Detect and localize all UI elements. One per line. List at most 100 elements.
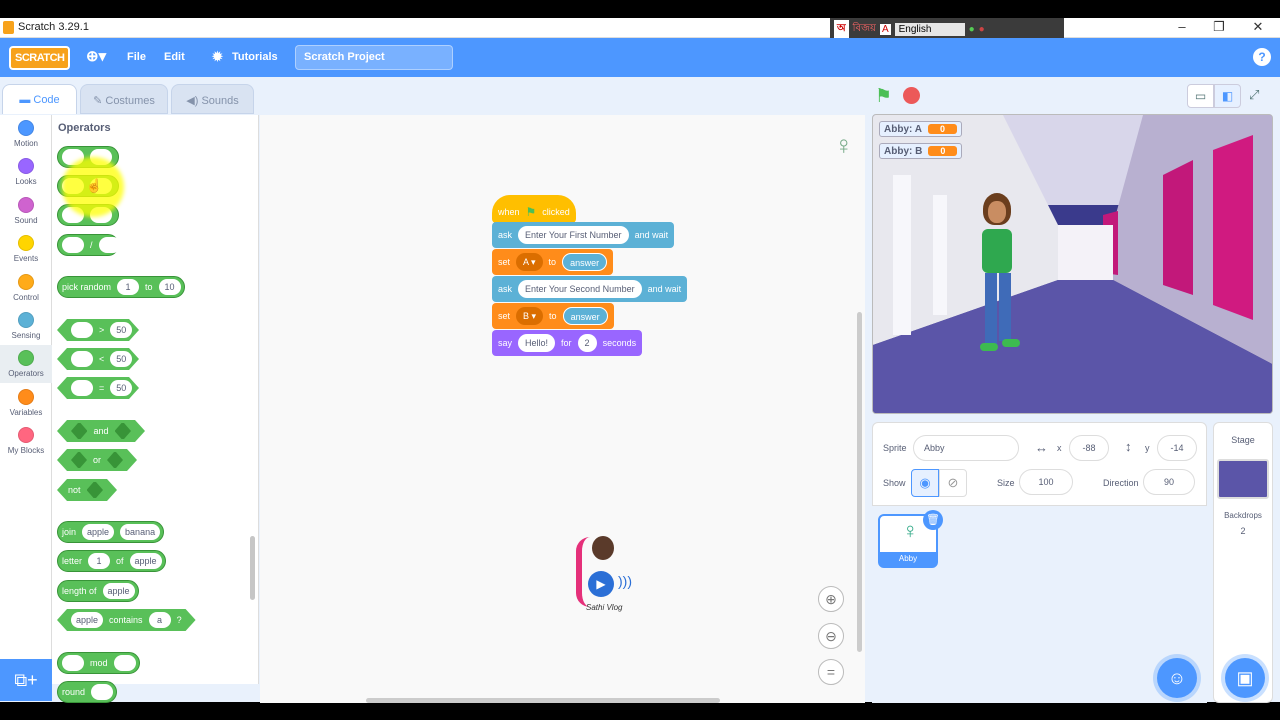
join-block[interactable]: join apple banana (57, 521, 165, 543)
say-for-secs-block[interactable]: say Hello! for 2 seconds (492, 330, 643, 356)
divide-block[interactable]: / (57, 234, 121, 256)
category-sensing[interactable]: Sensing (0, 312, 52, 340)
add-extension-button[interactable]: ⧉+ (0, 659, 52, 701)
maximize-icon[interactable]: ❐ (1209, 19, 1229, 35)
minimize-icon[interactable]: – (1172, 19, 1192, 34)
tab-costumes[interactable]: ✎ Costumes (80, 84, 168, 114)
gt-slot-a[interactable] (71, 322, 93, 338)
category-looks[interactable]: Looks (0, 158, 52, 186)
join-slot-b[interactable]: banana (120, 524, 161, 540)
say-secs-input[interactable]: 2 (577, 334, 597, 352)
size-input[interactable]: 100 (1019, 469, 1073, 495)
mod-slot-b[interactable] (113, 655, 136, 671)
category-events[interactable]: Events (0, 235, 52, 263)
not-slot[interactable] (87, 482, 103, 498)
pin-icon[interactable]: ● (979, 24, 985, 35)
delete-sprite-icon[interactable]: 🗑 (923, 510, 943, 530)
add-sprite-button[interactable]: ☺ (1157, 658, 1197, 698)
abby-sprite[interactable] (975, 193, 1025, 361)
fullscreen-icon[interactable]: ⤢ (1249, 87, 1259, 103)
show-visible-icon[interactable]: ◉ (911, 469, 939, 497)
pick-random-to[interactable]: 10 (158, 279, 181, 295)
category-control[interactable]: Control (0, 274, 52, 302)
eq-slot-b[interactable]: 50 (110, 380, 132, 396)
edit-menu[interactable]: Edit (164, 51, 185, 63)
category-my-blocks[interactable]: My Blocks (0, 427, 52, 455)
pick-random-block[interactable]: pick random 1 to 10 (57, 276, 185, 298)
acrobat-icon[interactable]: A (879, 23, 891, 35)
stage-canvas[interactable]: Abby: A 0 Abby: B 0 (872, 114, 1273, 414)
length-slot[interactable]: apple (102, 583, 135, 599)
category-sound[interactable]: Sound (0, 197, 52, 225)
letter-of-block[interactable]: letter 1 of apple (57, 550, 166, 572)
green-flag-button[interactable]: ⚑ (875, 85, 892, 108)
letter-slot-s[interactable]: apple (129, 553, 162, 569)
or-slot-a[interactable] (71, 452, 87, 468)
gt-slot-b[interactable]: 50 (110, 322, 132, 338)
workspace-hscroll[interactable] (366, 698, 720, 703)
mod-slot-a[interactable] (62, 655, 84, 671)
palette-scrollbar[interactable] (250, 536, 255, 600)
pick-random-from[interactable]: 1 (117, 279, 140, 295)
set2-var-dropdown[interactable]: B ▾ (516, 307, 544, 325)
help-icon[interactable]: ? (1253, 48, 1271, 66)
globe-icon[interactable]: ● (969, 24, 975, 35)
and-block[interactable]: and (57, 420, 145, 442)
ask1-input[interactable]: Enter Your First Number (518, 226, 629, 244)
file-menu[interactable]: File (127, 51, 146, 63)
round-slot[interactable] (91, 684, 114, 700)
join-slot-a[interactable]: apple (82, 524, 115, 540)
zoom-in-button[interactable]: ⊕ (818, 586, 844, 612)
ask-block-1[interactable]: ask Enter Your First Number and wait (492, 222, 675, 248)
hide-sprite-icon[interactable]: ⊘ (939, 469, 967, 497)
sprite-name-input[interactable]: Abby (913, 435, 1019, 461)
language-select[interactable]: English (894, 22, 965, 36)
direction-input[interactable]: 90 (1143, 469, 1195, 495)
or-block[interactable]: or (57, 449, 137, 471)
ask-block-2[interactable]: ask Enter Your Second Number and wait (492, 276, 688, 302)
letter-slot-n[interactable]: 1 (88, 553, 111, 569)
divide-slot-a[interactable] (62, 237, 84, 253)
y-input[interactable]: -14 (1157, 435, 1197, 461)
small-stage-button[interactable]: ▭ (1187, 84, 1214, 108)
scratch-logo[interactable]: SCRATCH (9, 46, 71, 70)
bijoy-logo-icon[interactable]: অ (834, 19, 849, 39)
less-than-block[interactable]: <50 (57, 348, 139, 370)
and-slot-b[interactable] (115, 423, 131, 439)
add-backdrop-button[interactable]: ▣ (1225, 658, 1265, 698)
contains-block[interactable]: apple contains a? (57, 609, 196, 631)
ask2-input[interactable]: Enter Your Second Number (518, 280, 642, 298)
tutorials-menu[interactable]: Tutorials (232, 51, 278, 63)
set1-var-dropdown[interactable]: A ▾ (516, 253, 543, 271)
and-slot-a[interactable] (71, 423, 87, 439)
greater-than-block[interactable]: >50 (57, 319, 139, 341)
category-operators[interactable]: Operators (0, 345, 52, 383)
or-slot-b[interactable] (107, 452, 123, 468)
zoom-reset-button[interactable]: = (818, 659, 844, 685)
divide-slot-b[interactable] (98, 237, 121, 253)
category-variables[interactable]: Variables (0, 389, 52, 417)
contains-slot-a[interactable]: apple (71, 612, 103, 628)
x-input[interactable]: -88 (1069, 435, 1109, 461)
globe-language-icon[interactable]: ⊕▾ (86, 47, 106, 65)
length-of-block[interactable]: length of apple (57, 580, 139, 602)
set2-answer-reporter[interactable]: answer (562, 307, 608, 325)
close-icon[interactable]: ✕ (1248, 19, 1268, 35)
equals-block[interactable]: = 50 (57, 377, 139, 399)
not-block[interactable]: not (57, 479, 117, 501)
tab-code[interactable]: ▬ Code (2, 84, 77, 114)
mod-block[interactable]: mod (57, 652, 140, 674)
round-block[interactable]: round (57, 681, 118, 703)
when-flag-clicked-block[interactable]: when ⚑ clicked (492, 195, 576, 223)
category-motion[interactable]: Motion (0, 120, 52, 148)
set1-answer-reporter[interactable]: answer (562, 253, 608, 271)
stop-button[interactable] (903, 87, 920, 104)
project-title-input[interactable]: Scratch Project (295, 45, 453, 70)
set-block-b[interactable]: set B ▾ to answer (492, 303, 614, 329)
say-text-input[interactable]: Hello! (518, 334, 556, 352)
eq-slot-a[interactable] (71, 380, 93, 396)
zoom-out-button[interactable]: ⊖ (818, 623, 844, 649)
lt-slot-a[interactable] (71, 351, 93, 367)
large-stage-button[interactable]: ◧ (1214, 84, 1241, 108)
tab-sounds[interactable]: ◀) Sounds (171, 84, 254, 114)
